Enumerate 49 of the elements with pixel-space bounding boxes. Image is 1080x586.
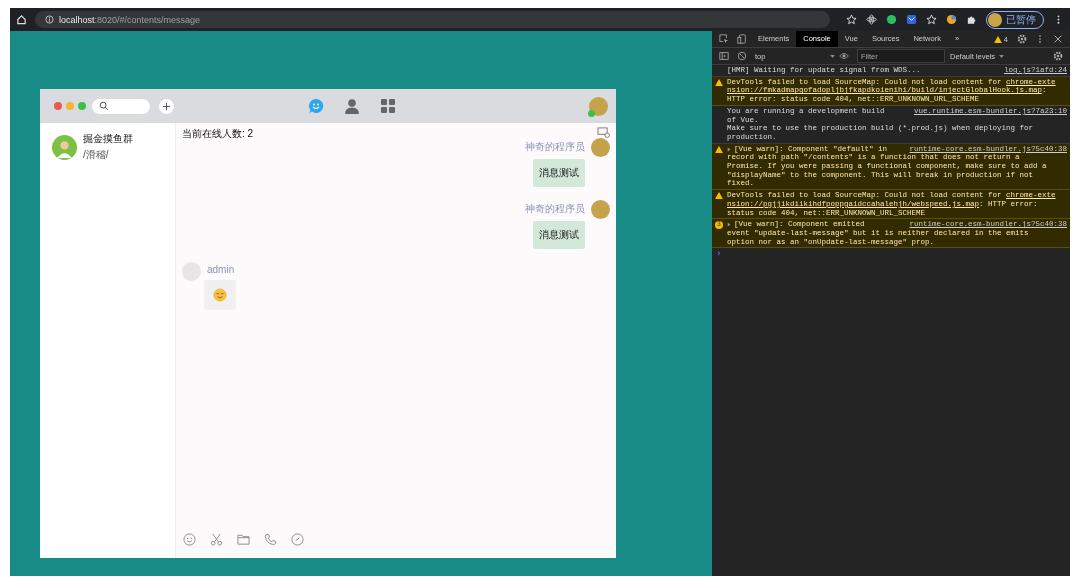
search-icon [99,101,109,111]
add-button[interactable] [159,98,174,114]
puzzle-icon[interactable] [966,14,977,25]
expand-triangle-icon[interactable] [727,222,731,228]
online-count: 当前在线人数: 2 [182,127,254,141]
device-icon[interactable] [737,34,747,44]
close-icon[interactable] [1053,34,1063,44]
grid-icon[interactable] [380,98,396,114]
group-avatar [52,134,77,160]
home-icon[interactable] [16,14,27,25]
phone-icon[interactable] [264,533,277,546]
eye-icon[interactable] [839,51,849,61]
inspect-icon[interactable] [719,34,729,44]
message-bubble: 消息测试 [533,159,585,187]
warning-icon [715,78,723,86]
chat-list-item[interactable]: 掘金摸鱼群 /滑稽/ [40,123,175,171]
sender-name: admin [207,264,235,275]
caret-icon [999,54,1005,58]
folder-icon[interactable] [237,533,250,546]
smiley-icon [213,288,227,302]
sender-name: 神奇的程序员 [525,202,585,216]
console-prompt[interactable]: › [712,248,1070,262]
screen-icon[interactable] [597,127,610,138]
extension-icon[interactable] [906,14,917,25]
message-bubble: 消息测试 [533,221,585,249]
settings-icon[interactable] [1017,34,1027,44]
warning-icon [993,35,1002,43]
zoom-dot[interactable] [78,102,86,110]
search-field[interactable] [92,98,150,114]
plus-icon [162,101,171,111]
star-icon[interactable] [926,14,937,25]
last-message: /滑稽/ [83,148,110,162]
scissors-icon[interactable] [210,533,223,546]
sidebar-toggle-icon[interactable] [719,51,729,61]
minimize-dot[interactable] [66,102,74,110]
settings-icon[interactable] [1053,51,1063,61]
info-icon [45,15,54,24]
bookmark-star-icon[interactable] [846,14,857,25]
chat-name: 掘金摸鱼群 [83,132,133,146]
atom-icon[interactable] [866,14,877,25]
expand-triangle-icon[interactable] [727,146,731,152]
close-dot[interactable] [54,102,62,110]
address-bar[interactable]: localhost:8020/#/contents/message [35,11,830,28]
warning-icon [715,145,723,153]
caret-icon [830,54,835,58]
person-icon[interactable] [344,98,360,114]
clear-icon[interactable] [737,51,747,61]
colorful-circle-icon[interactable] [946,14,957,25]
sender-name: 神奇的程序员 [525,140,585,154]
